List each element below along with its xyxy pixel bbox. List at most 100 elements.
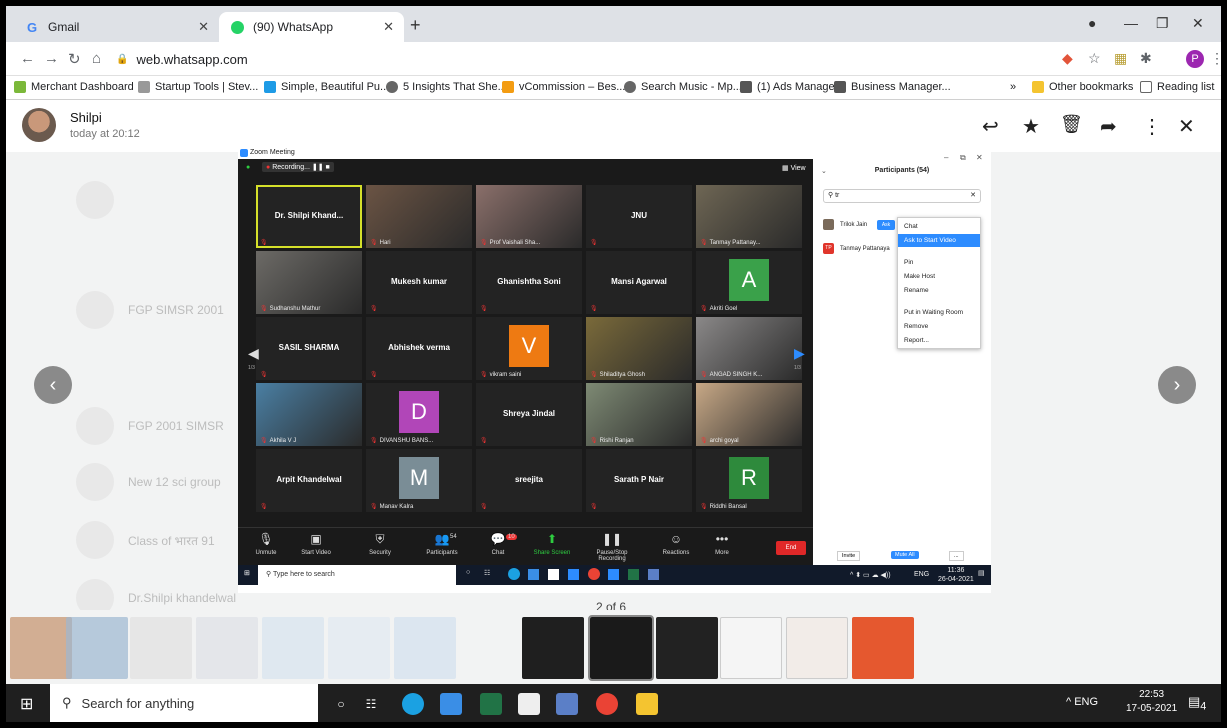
media-thumbnail[interactable]: [66, 617, 128, 679]
cortana-icon[interactable]: ○: [330, 693, 352, 715]
participant-tile[interactable]: 🎙 Tanmay Pattanay...: [696, 185, 802, 248]
control-security[interactable]: ⛨ Security: [352, 532, 408, 556]
task-view-icon[interactable]: ☷: [360, 693, 382, 715]
tab-whatsapp[interactable]: (90) WhatsApp ✕: [219, 12, 404, 42]
participant-tile[interactable]: Mukesh kumar 🎙: [366, 251, 472, 314]
panel-close-icon[interactable]: ✕: [976, 153, 983, 162]
media-thumbnail[interactable]: [262, 617, 324, 679]
more-button[interactable]: ...: [949, 551, 964, 561]
task-view-icon[interactable]: ☷: [484, 569, 490, 577]
control-participants[interactable]: 👥 54 Participants: [414, 532, 470, 556]
participant-tile[interactable]: Sarath P Nair 🎙: [586, 449, 692, 512]
bookmark-item[interactable]: vCommission – Bes...: [502, 81, 625, 93]
participant-tile[interactable]: Dr. Shilpi Khand... 🎙: [256, 185, 362, 248]
participant-tile[interactable]: 🎙 ANGAD SINGH K...: [696, 317, 802, 380]
media-thumbnail[interactable]: [196, 617, 258, 679]
app-icon[interactable]: [556, 693, 578, 715]
end-meeting-button[interactable]: End: [776, 541, 806, 555]
participant-tile[interactable]: 🎙 Prof Vaishali Sha...: [476, 185, 582, 248]
participant-tile[interactable]: Shreya Jindal 🎙: [476, 383, 582, 446]
bookmark-item[interactable]: 5 Insights That She...: [386, 81, 507, 93]
close-tab-icon[interactable]: ✕: [198, 19, 209, 35]
invite-button[interactable]: Invite: [837, 551, 861, 561]
media-thumbnail[interactable]: [656, 617, 718, 679]
participant-tile[interactable]: JNU 🎙: [586, 185, 692, 248]
new-tab-button[interactable]: +: [410, 15, 421, 36]
windows-start-icon[interactable]: ⊞: [244, 569, 250, 577]
bookmark-item[interactable]: Business Manager...: [834, 81, 951, 93]
menu-item-chat[interactable]: Chat: [898, 220, 980, 233]
excel-icon[interactable]: [480, 693, 502, 715]
chrome-icon[interactable]: [596, 693, 618, 715]
star-icon[interactable]: ★: [1022, 114, 1040, 139]
control-more[interactable]: ••• More: [694, 532, 750, 556]
participant-row[interactable]: Trilok Jain: [823, 219, 867, 230]
mail-icon[interactable]: [440, 693, 462, 715]
media-thumbnail[interactable]: [852, 617, 914, 679]
participant-row[interactable]: TP Tanmay Pattanaya: [823, 243, 890, 254]
media-thumbnail[interactable]: [522, 617, 584, 679]
page-left-arrow-icon[interactable]: ◀: [248, 345, 259, 362]
participant-tile[interactable]: D 🎙 DIVANSHU BANS...: [366, 383, 472, 446]
close-window-icon[interactable]: ✕: [1192, 15, 1204, 32]
bookmark-item[interactable]: (1) Ads Manager: [740, 81, 838, 93]
clear-search-icon[interactable]: ✕: [970, 190, 976, 202]
participant-tile[interactable]: Mansi Agarwal 🎙: [586, 251, 692, 314]
url-field[interactable]: 🔒 web.whatsapp.com: [116, 47, 956, 71]
participant-tile[interactable]: SASIL SHARMA 🎙: [256, 317, 362, 380]
bookmark-item[interactable]: Simple, Beautiful Pu...: [264, 81, 389, 93]
participant-tile[interactable]: 🎙 Sudhanshu Mathur: [256, 251, 362, 314]
media-thumbnail[interactable]: [328, 617, 390, 679]
participant-tile[interactable]: R 🎙 Riddhi Bansal: [696, 449, 802, 512]
store-icon[interactable]: [518, 693, 540, 715]
taskbar-search-box[interactable]: ⚲ Search for anything: [50, 684, 318, 722]
profile-avatar[interactable]: P: [1186, 50, 1204, 68]
participant-tile[interactable]: 🎙 archi goyal: [696, 383, 802, 446]
media-thumbnail-selected[interactable]: [588, 615, 654, 681]
view-button[interactable]: ▦ View: [782, 164, 806, 172]
windows-start-icon[interactable]: ⊞: [20, 694, 33, 714]
participant-tile[interactable]: 🎙 Shiladitya Ghosh: [586, 317, 692, 380]
participant-tile[interactable]: M 🎙 Manav Kalra: [366, 449, 472, 512]
tab-gmail[interactable]: G Gmail ✕: [14, 12, 219, 42]
minimize-icon[interactable]: —: [1124, 15, 1138, 31]
app-icon[interactable]: [648, 569, 659, 580]
file-explorer-icon[interactable]: [636, 693, 658, 715]
control-pause-stop-recording[interactable]: ❚❚ Pause/Stop Recording: [584, 532, 640, 562]
menu-item-ask-to-start-video[interactable]: Ask to Start Video: [898, 234, 980, 247]
participant-tile[interactable]: sreejita 🎙: [476, 449, 582, 512]
panel-popout-icon[interactable]: ⧉: [960, 153, 966, 163]
puzzle-icon[interactable]: ✱: [1140, 50, 1152, 67]
next-media-button[interactable]: ›: [1158, 366, 1196, 404]
reload-icon[interactable]: ↻: [68, 50, 81, 68]
participant-search-input[interactable]: ⚲ tr ✕: [823, 189, 981, 203]
menu-item-rename[interactable]: Rename: [898, 284, 980, 297]
close-tab-icon[interactable]: ✕: [383, 19, 394, 35]
recording-indicator[interactable]: ● Recording... ❚❚ ■: [262, 162, 334, 172]
bookmark-item[interactable]: Merchant Dashboard: [14, 81, 134, 93]
previous-media-button[interactable]: ‹: [34, 366, 72, 404]
extension-icon[interactable]: ▦: [1114, 50, 1127, 67]
menu-item-make-host[interactable]: Make Host: [898, 270, 980, 283]
more-options-icon[interactable]: ⋮: [1142, 114, 1162, 139]
photos-icon[interactable]: [568, 569, 579, 580]
taskbar-clock[interactable]: 22:53 17-05-2021: [1126, 688, 1177, 716]
control-chat[interactable]: 💬 10 Chat: [470, 532, 526, 556]
forward-icon[interactable]: ➦: [1100, 114, 1117, 139]
media-thumbnail[interactable]: [394, 617, 456, 679]
page-right-arrow-icon[interactable]: ▶: [794, 345, 805, 362]
edge-icon[interactable]: [508, 568, 520, 580]
inner-search-box[interactable]: ⚲ Type here to search: [258, 565, 456, 585]
sender-avatar[interactable]: [22, 108, 56, 142]
menu-item-report[interactable]: Report...: [898, 334, 980, 347]
bookmark-item[interactable]: Search Music - Mp...: [624, 81, 742, 93]
bookmarks-overflow[interactable]: »: [1010, 81, 1016, 93]
edge-icon[interactable]: [402, 693, 424, 715]
participant-tile[interactable]: A 🎙 Akriti Goel: [696, 251, 802, 314]
chrome-icon[interactable]: [588, 568, 600, 580]
delete-icon[interactable]: 🗑: [1060, 114, 1083, 135]
control-start-video[interactable]: ▣ Start Video: [288, 532, 344, 556]
control-share-screen[interactable]: ⬆ Share Screen: [524, 532, 580, 556]
profile-dot-icon[interactable]: ●: [1088, 15, 1096, 31]
participant-tile[interactable]: Abhishek verma 🎙: [366, 317, 472, 380]
